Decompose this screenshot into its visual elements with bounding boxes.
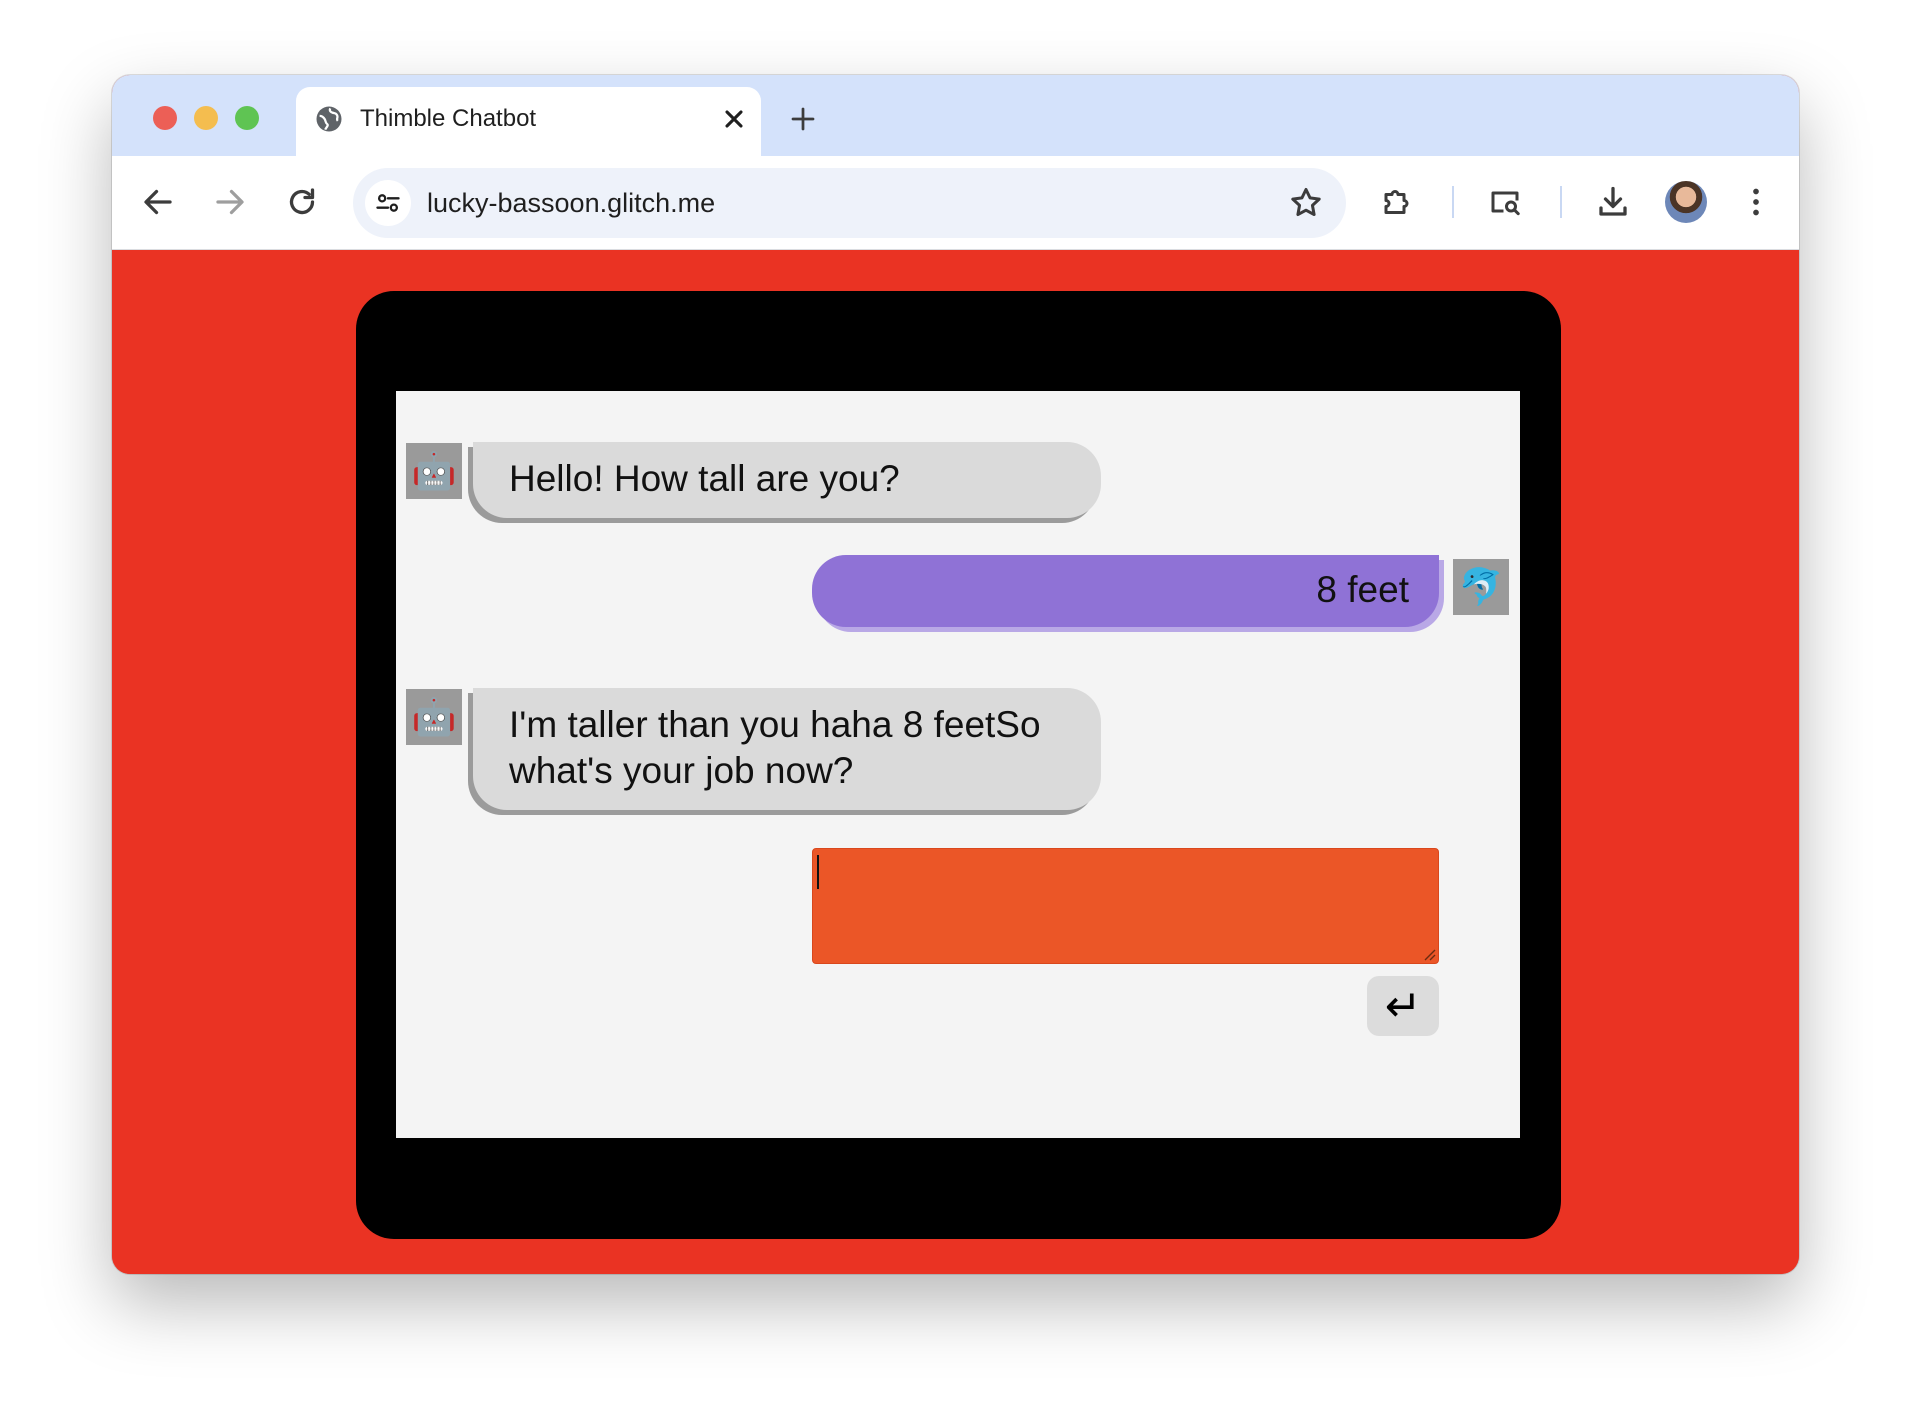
site-info-button[interactable]	[365, 180, 411, 226]
browser-toolbar: lucky-bassoon.glitch.me	[112, 156, 1799, 250]
resize-grip-icon[interactable]	[1422, 947, 1436, 961]
search-tab-icon[interactable]	[1487, 184, 1523, 220]
more-menu-icon[interactable]	[1738, 184, 1774, 220]
bot-avatar: 🤖	[406, 443, 462, 499]
chatbot-device-frame: 🤖 Hello! How tall are you? 8 feet 🐬 🤖 I'…	[356, 291, 1561, 1239]
dolphin-icon: 🐬	[1458, 566, 1504, 607]
return-arrow-icon: ↵	[1384, 980, 1422, 1032]
bot-message: I'm taller than you haha 8 feetSo what's…	[473, 688, 1101, 810]
maximize-window-button[interactable]	[235, 106, 259, 130]
toolbar-separator	[1560, 186, 1562, 218]
text-caret	[817, 855, 819, 889]
back-arrow-icon[interactable]	[140, 184, 176, 220]
send-button[interactable]: ↵	[1367, 976, 1439, 1036]
bot-avatar: 🤖	[406, 689, 462, 745]
profile-avatar[interactable]	[1665, 181, 1707, 223]
robot-icon: 🤖	[411, 450, 457, 491]
tab-strip: Thimble Chatbot	[112, 75, 1799, 156]
close-tab-icon[interactable]	[720, 105, 748, 133]
toolbar-separator	[1452, 186, 1454, 218]
chat-screen: 🤖 Hello! How tall are you? 8 feet 🐬 🤖 I'…	[396, 391, 1520, 1138]
download-icon[interactable]	[1595, 184, 1631, 220]
tune-icon	[376, 194, 400, 212]
bookmark-star-icon[interactable]	[1288, 185, 1324, 221]
reload-icon[interactable]	[284, 184, 320, 220]
extensions-puzzle-icon[interactable]	[1380, 184, 1416, 220]
new-tab-icon[interactable]	[788, 104, 818, 134]
message-input[interactable]	[812, 848, 1439, 964]
address-bar[interactable]: lucky-bassoon.glitch.me	[353, 168, 1346, 238]
tab-title: Thimble Chatbot	[360, 105, 537, 132]
close-window-button[interactable]	[153, 106, 177, 130]
forward-arrow-icon[interactable]	[212, 184, 248, 220]
browser-window: Thimble Chatbot lucky-bassoon.glitch.me …	[112, 75, 1799, 1274]
user-avatar: 🐬	[1453, 559, 1509, 615]
robot-icon: 🤖	[411, 696, 457, 737]
page-content: 🤖 Hello! How tall are you? 8 feet 🐬 🤖 I'…	[112, 251, 1799, 1274]
globe-icon	[316, 106, 342, 132]
tab-thimble-chatbot[interactable]: Thimble Chatbot	[296, 87, 761, 156]
url-text: lucky-bassoon.glitch.me	[427, 188, 716, 218]
user-message: 8 feet	[812, 555, 1439, 627]
bot-message: Hello! How tall are you?	[473, 442, 1101, 518]
minimize-window-button[interactable]	[194, 106, 218, 130]
